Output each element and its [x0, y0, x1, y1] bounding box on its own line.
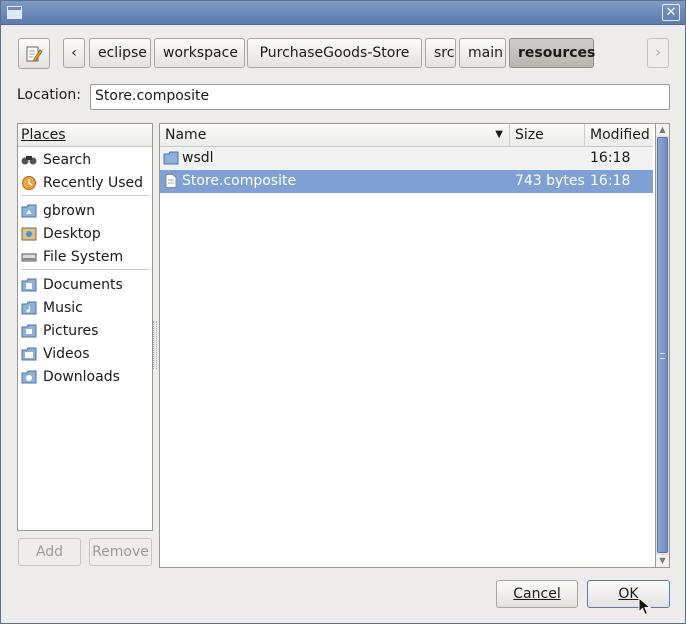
window-icon [7, 6, 22, 19]
places-separator [21, 269, 149, 270]
place-pictures[interactable]: Pictures [18, 318, 152, 341]
edit-path-icon [26, 46, 43, 62]
scroll-down-arrow-icon[interactable]: ▼ [656, 555, 669, 567]
add-bookmark-button[interactable]: Add [18, 538, 81, 566]
crumb-src[interactable]: src [425, 38, 456, 68]
remove-bookmark-button[interactable]: Remove [89, 538, 152, 566]
file-row-store-composite[interactable]: Store.composite 743 bytes 16:18 [160, 170, 653, 193]
scroll-up-arrow-icon[interactable]: ▲ [656, 124, 669, 136]
column-modified[interactable]: Modified [585, 124, 653, 147]
path-scroll-left-button[interactable]: ‹ [63, 38, 85, 68]
close-button[interactable]: ✕ [662, 4, 680, 21]
place-desktop[interactable]: Desktop [18, 221, 152, 244]
file-row-wsdl[interactable]: wsdl 16:18 [160, 147, 653, 170]
scrollbar-thumb[interactable] [657, 137, 668, 553]
type-location-button[interactable] [18, 38, 50, 69]
downloads-folder-icon [21, 370, 37, 383]
recent-icon [22, 175, 36, 190]
place-file-system[interactable]: File System [18, 244, 152, 267]
place-downloads[interactable]: Downloads [18, 364, 152, 387]
column-size[interactable]: Size [510, 124, 585, 147]
cancel-button[interactable]: Cancel [496, 580, 578, 608]
search-icon [21, 155, 37, 164]
crumb-resources[interactable]: resources [509, 38, 595, 68]
grip-icon [660, 353, 665, 359]
home-folder-icon [21, 204, 37, 217]
place-documents[interactable]: Documents [18, 272, 152, 295]
desktop-icon [21, 227, 37, 240]
place-recently-used[interactable]: Recently Used [18, 170, 152, 193]
pane-resize-handle[interactable] [153, 321, 157, 369]
file-list-header: Name ▼ Size Modified [160, 124, 653, 147]
mouse-pointer-icon [638, 597, 652, 616]
folder-icon [163, 151, 179, 165]
place-gbrown[interactable]: gbrown [18, 198, 152, 221]
documents-folder-icon [21, 278, 37, 291]
crumb-purchasegoods-store[interactable]: PurchaseGoods-Store [247, 38, 422, 68]
crumb-eclipse[interactable]: eclipse [89, 38, 151, 68]
ok-button[interactable]: OK [587, 580, 670, 608]
crumb-main[interactable]: main [459, 38, 506, 68]
file-chooser-dialog: ✕ ‹ eclipse workspace PurchaseGoods-Stor… [0, 0, 686, 624]
location-input[interactable]: Store.composite [90, 84, 670, 110]
sort-descending-icon: ▼ [495, 129, 503, 140]
path-scroll-right-button[interactable]: › [647, 38, 669, 68]
column-name[interactable]: Name ▼ [160, 124, 510, 147]
place-videos[interactable]: Videos [18, 341, 152, 364]
place-music[interactable]: Music [18, 295, 152, 318]
title-bar[interactable]: ✕ [1, 1, 685, 25]
place-search[interactable]: Search [18, 147, 152, 170]
file-list: Name ▼ Size Modified wsdl 16:18 Store.co… [159, 123, 670, 568]
crumb-workspace[interactable]: workspace [154, 38, 245, 68]
document-icon [165, 174, 177, 188]
places-separator [21, 195, 149, 196]
chevron-right-icon: › [655, 45, 661, 61]
videos-folder-icon [21, 347, 37, 360]
chevron-left-icon: ‹ [71, 45, 77, 61]
places-sidebar: Places Search Recently Used gbrown Deskt… [17, 123, 153, 531]
drive-icon [21, 253, 37, 261]
location-label: Location: [17, 87, 81, 103]
music-folder-icon [21, 301, 37, 314]
places-header[interactable]: Places [18, 124, 152, 147]
file-list-scrollbar[interactable]: ▲ ▼ [655, 123, 670, 568]
pictures-folder-icon [21, 324, 37, 337]
